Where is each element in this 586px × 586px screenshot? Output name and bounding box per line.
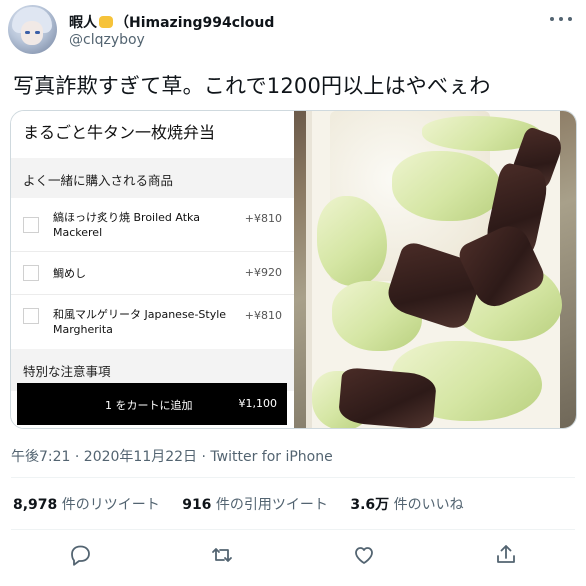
- tweet-timestamp[interactable]: 午後7:21 · 2020年11月22日 · Twitter for iPhon…: [11, 446, 333, 466]
- add-to-cart-button: 1 をカートに追加 ¥1,100: [17, 383, 287, 425]
- fist-icon: [99, 16, 113, 28]
- share-icon[interactable]: [491, 540, 521, 570]
- item-name: 鯛めし: [53, 267, 86, 280]
- quotes-count: 916: [182, 497, 212, 513]
- likes-count: 3.6万: [350, 497, 390, 513]
- quotes-label: 件の引用ツイート: [215, 497, 328, 513]
- list-item: 和風マルゲリータ Japanese-Style Margherita +¥810: [11, 295, 294, 349]
- reply-icon[interactable]: [65, 540, 95, 570]
- beef-tongue: [337, 366, 438, 428]
- retweets-label: 件のリツイート: [61, 497, 160, 513]
- likes-label: 件のいいね: [393, 497, 464, 513]
- tweet-media[interactable]: まるごと牛タン一枚焼弁当 よく一緒に購入される商品 縞ほっけ炙り焼 Broile…: [10, 110, 577, 429]
- item-price: +¥920: [244, 266, 282, 279]
- item-price: +¥810: [244, 309, 282, 322]
- item-name: 縞ほっけ炙り焼 Broiled Atka Mackerel: [53, 211, 200, 239]
- avatar[interactable]: [8, 5, 57, 54]
- cart-button-label: 1 をカートに追加: [105, 399, 193, 412]
- checkbox: [23, 308, 39, 324]
- likes-stat[interactable]: 3.6万 件のいいね: [350, 497, 463, 513]
- like-icon[interactable]: [349, 540, 379, 570]
- bento-photo: [294, 111, 576, 428]
- item-name: 和風マルゲリータ Japanese-Style Margherita: [53, 308, 227, 336]
- tweet-stats: 8,978 件のリツイート 916 件の引用ツイート 3.6万 件のいいね: [13, 494, 482, 514]
- frequently-bought-label: よく一緒に購入される商品: [23, 173, 174, 188]
- menu-screenshot: まるごと牛タン一枚焼弁当 よく一緒に購入される商品 縞ほっけ炙り焼 Broile…: [11, 111, 294, 428]
- more-dot: [568, 17, 572, 21]
- more-dot: [559, 17, 563, 21]
- quotes-stat[interactable]: 916 件の引用ツイート: [182, 497, 328, 513]
- special-instructions-label: 特別な注意事項: [23, 364, 111, 379]
- avatar-eye: [35, 31, 40, 34]
- divider: [11, 477, 575, 478]
- retweet-icon[interactable]: [207, 540, 237, 570]
- tweet-actions: [0, 540, 586, 570]
- item-price: +¥810: [244, 212, 282, 225]
- avatar-eye: [25, 31, 30, 34]
- list-item: 鯛めし +¥920: [11, 252, 294, 295]
- display-name[interactable]: 暇人 （Himazing994cloud: [69, 12, 274, 32]
- tweet-text: 写真詐欺すぎて草。これで1200円以上はやべぇわ: [13, 74, 491, 98]
- retweets-stat[interactable]: 8,978 件のリツイート: [13, 497, 160, 513]
- cart-button-price: ¥1,100: [238, 397, 278, 410]
- product-title: まるごと牛タン一枚焼弁当: [23, 123, 216, 142]
- checkbox: [23, 265, 39, 281]
- display-name-text-suffix: （Himazing994cloud: [115, 15, 275, 31]
- display-name-text: 暇人: [69, 15, 97, 31]
- list-item: 縞ほっけ炙り焼 Broiled Atka Mackerel +¥810: [11, 198, 294, 252]
- user-handle[interactable]: @clqzyboy: [69, 32, 145, 48]
- retweets-count: 8,978: [13, 497, 58, 513]
- more-options-icon[interactable]: [550, 10, 572, 28]
- divider: [11, 529, 575, 530]
- checkbox: [23, 217, 39, 233]
- bento-tray: [306, 111, 566, 428]
- more-dot: [550, 17, 554, 21]
